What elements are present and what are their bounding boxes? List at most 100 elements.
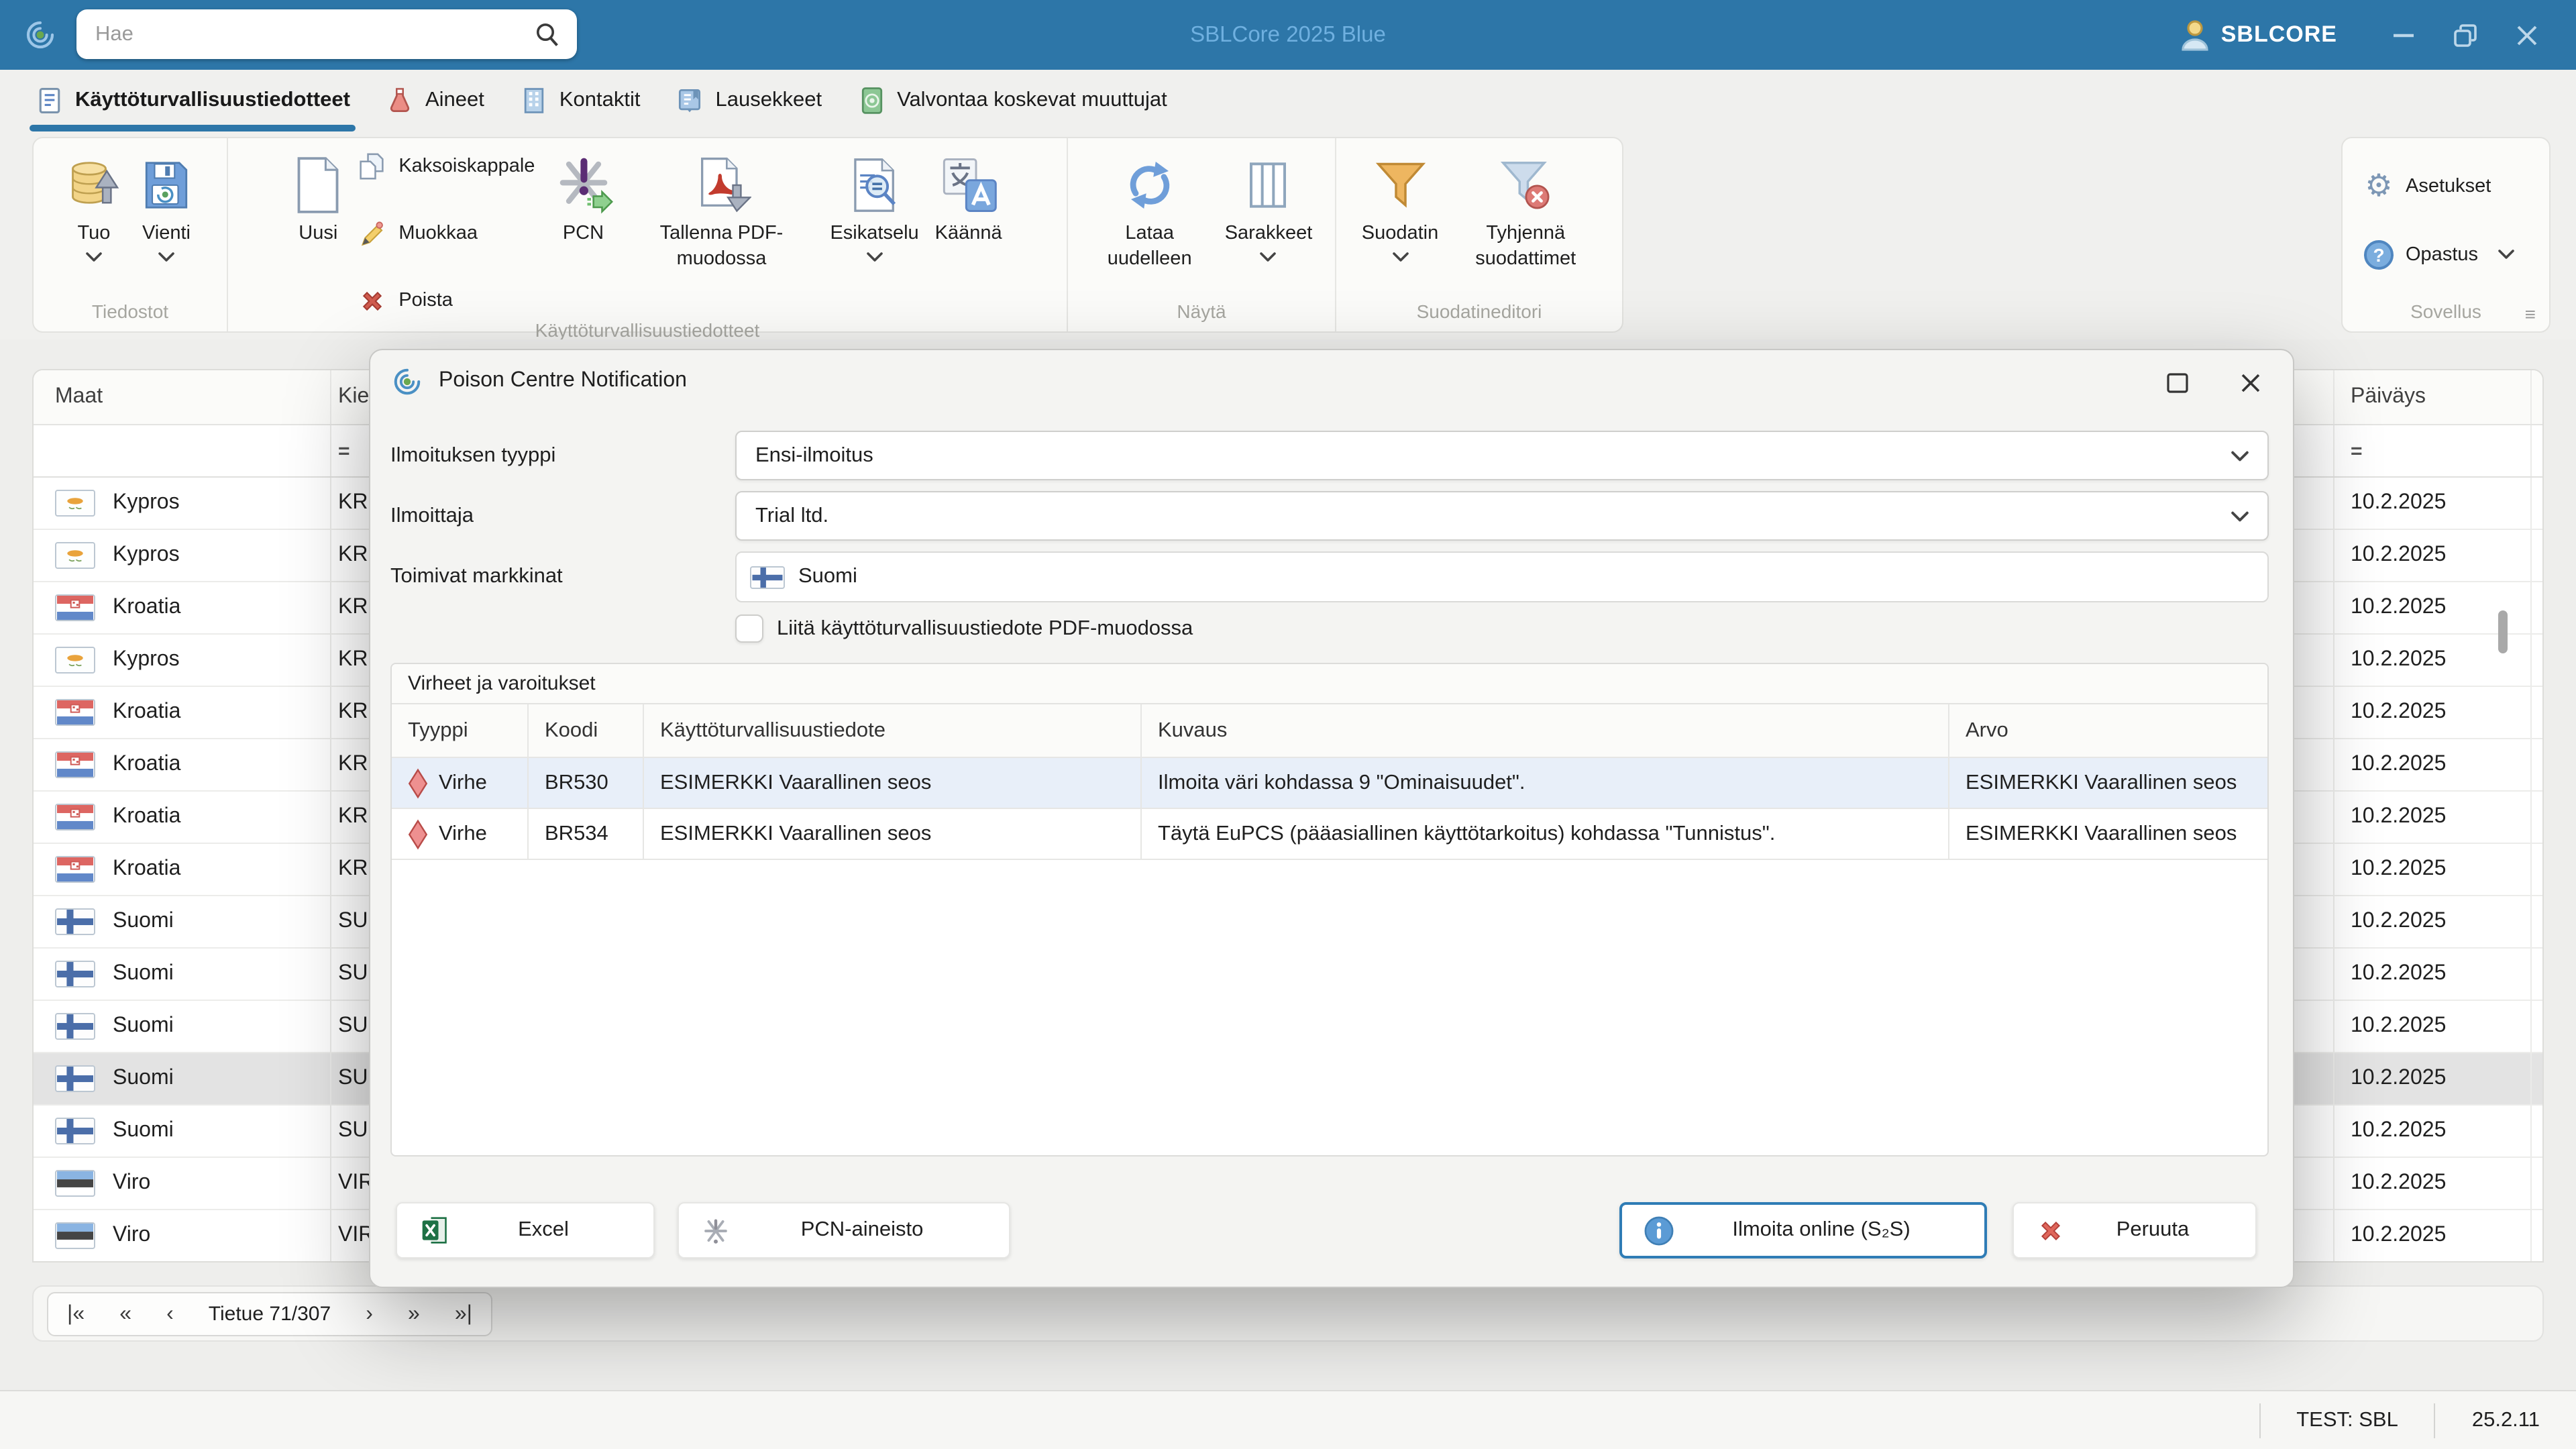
active-tab-indicator <box>30 125 356 131</box>
columns-button[interactable]: Sarakkeet <box>1217 146 1321 264</box>
app-logo-icon <box>24 19 56 51</box>
tab-valvontaa-koskevat-muuttujat[interactable]: Valvontaa koskevat muuttujat <box>857 70 1167 131</box>
notification-type-select[interactable]: Ensi-ilmoitus <box>735 431 2269 480</box>
edit-button[interactable]: Muokkaa <box>357 219 535 248</box>
column-header-maat[interactable]: Maat <box>34 370 331 424</box>
fast-prev-button[interactable]: « <box>119 1302 131 1326</box>
duplicate-button[interactable]: Kaksoiskappale <box>357 152 535 181</box>
database-import-icon <box>66 156 122 215</box>
markets-field[interactable]: Suomi <box>735 551 2269 602</box>
dialog-close-button[interactable] <box>2234 366 2266 398</box>
pcn-dossier-button[interactable]: PCN-aineisto <box>678 1202 1010 1258</box>
flag-finland-icon <box>55 908 95 935</box>
tab-kayttoturvallisuustiedotteet[interactable]: Käyttöturvallisuustiedotteet <box>35 70 350 131</box>
tab-label: Lausekkeet <box>716 89 822 113</box>
tab-lausekkeet[interactable]: Lausekkeet <box>676 70 822 131</box>
module-tabbar: Käyttöturvallisuustiedotteet Aineet Kont… <box>0 70 2576 131</box>
column-header-kayttoturvallisuustiedote[interactable]: Käyttöturvallisuustiedote <box>644 704 1142 757</box>
delete-button[interactable]: Poista <box>357 286 535 315</box>
vertical-scrollbar-thumb[interactable] <box>2498 610 2508 653</box>
help-button[interactable]: ? Opastus <box>2364 239 2549 269</box>
group-options-icon[interactable]: ≡ <box>2525 299 2536 329</box>
column-header-tyyppi[interactable]: Tyyppi <box>392 704 529 757</box>
submit-online-button[interactable]: Ilmoita online (S₂S) <box>1619 1202 1987 1258</box>
first-record-button[interactable]: |« <box>67 1302 85 1326</box>
attach-pdf-row: Liitä käyttöturvallisuustiedote PDF-muod… <box>735 613 1193 644</box>
tab-label: Kontaktit <box>559 89 641 113</box>
columns-icon <box>1242 157 1295 213</box>
regulated-variables-icon <box>857 86 886 115</box>
statusbar: TEST: SBL 25.2.11 <box>0 1390 2576 1449</box>
filter-button[interactable]: Suodatin <box>1354 146 1447 264</box>
new-button[interactable]: Uusi <box>284 146 352 250</box>
filter-paivays[interactable]: = <box>2334 425 2532 476</box>
book-icon <box>676 86 705 115</box>
excel-export-button[interactable]: Excel <box>396 1202 655 1258</box>
error-diamond-icon <box>408 818 428 850</box>
column-header-kuvaus[interactable]: Kuvaus <box>1142 704 1949 757</box>
equals-filter-icon: = <box>2351 439 2364 462</box>
tab-kontaktit[interactable]: Kontaktit <box>519 70 641 131</box>
error-row-selected[interactable]: Virhe BR530 ESIMERKKI Vaarallinen seos I… <box>392 758 2267 809</box>
flag-cyprus-icon <box>55 490 95 517</box>
chevron-down-icon <box>1260 252 1277 262</box>
sblcore-logo-icon <box>392 366 423 396</box>
excel-icon <box>419 1216 449 1245</box>
search-input[interactable] <box>76 22 534 46</box>
column-header-paivays[interactable]: Päiväys <box>2334 370 2532 424</box>
translate-button[interactable]: Käännä <box>927 146 1010 250</box>
cancel-x-icon <box>2038 1218 2063 1243</box>
filter-maat[interactable] <box>34 425 331 476</box>
flag-finland-icon <box>55 961 95 987</box>
cancel-button[interactable]: Peruuta <box>2012 1202 2257 1258</box>
pcn-dossier-icon <box>702 1216 730 1244</box>
export-button[interactable]: Vienti <box>130 146 203 264</box>
import-button[interactable]: Tuo <box>58 146 130 264</box>
save-pdf-button[interactable]: Tallenna PDF-muodossa <box>621 146 822 274</box>
table-footer: |« « ‹ Tietue 71/307 › » »| <box>32 1285 2544 1342</box>
error-diamond-icon <box>408 767 428 799</box>
column-header-arvo[interactable]: Arvo <box>1949 704 2267 757</box>
record-pager: |« « ‹ Tietue 71/307 › » »| <box>47 1292 492 1336</box>
tab-label: Aineet <box>425 89 484 113</box>
search-icon <box>534 21 561 48</box>
dialog-maximize-button[interactable] <box>2161 366 2194 398</box>
notifier-select[interactable]: Trial ltd. <box>735 491 2269 541</box>
errors-header-row: Tyyppi Koodi Käyttöturvallisuustiedote K… <box>392 704 2267 758</box>
info-icon <box>1644 1215 1674 1246</box>
tab-aineet[interactable]: Aineet <box>385 70 484 131</box>
settings-button[interactable]: ⚙ Asetukset <box>2364 171 2549 201</box>
clear-filters-button[interactable]: Tyhjennä suodattimet <box>1446 146 1605 274</box>
attach-pdf-checkbox[interactable] <box>735 614 763 643</box>
close-button[interactable] <box>2496 0 2557 70</box>
ribbon-group-sovellus: ⚙ Asetukset ? Opastus Sovellus ≡ <box>2341 137 2551 333</box>
flag-croatia-icon <box>55 751 95 778</box>
fast-next-button[interactable]: » <box>408 1302 420 1326</box>
flag-finland-icon <box>750 566 785 588</box>
floppy-export-icon <box>138 156 195 215</box>
ribbon-group-label: Suodatineditori <box>1336 297 1622 331</box>
next-record-button[interactable]: › <box>366 1302 373 1326</box>
translate-icon <box>939 156 998 215</box>
preview-button[interactable]: Esikatselu <box>822 146 926 264</box>
prev-record-button[interactable]: ‹ <box>166 1302 174 1326</box>
ribbon-group-suodatineditori: Suodatin Tyhjennä suodattimet Suodatined… <box>1335 138 1622 331</box>
last-record-button[interactable]: »| <box>455 1302 472 1326</box>
flag-cyprus-icon <box>55 542 95 569</box>
ribbon-group-kayttoturvallisuustiedotteet: Uusi Kaksoiskappale Muokkaa <box>227 138 1067 331</box>
chevron-down-icon <box>2231 511 2249 521</box>
ribbon-group-label: Näytä <box>1068 297 1335 331</box>
duplicate-icon <box>358 152 385 181</box>
pcn-button[interactable]: PCN <box>545 146 621 250</box>
pencil-icon <box>358 220 385 247</box>
minimize-button[interactable] <box>2372 0 2434 70</box>
column-header-koodi[interactable]: Koodi <box>529 704 644 757</box>
user-avatar-icon[interactable] <box>2181 19 2210 51</box>
reload-button[interactable]: Lataa uudelleen <box>1083 146 1217 274</box>
error-row[interactable]: Virhe BR534 ESIMERKKI Vaarallinen seos T… <box>392 809 2267 860</box>
flag-croatia-icon <box>55 699 95 726</box>
notification-type-label: Ilmoituksen tyyppi <box>390 444 555 468</box>
titlebar: SBLCore 2025 Blue SBLCORE <box>0 0 2576 70</box>
restore-button[interactable] <box>2434 0 2496 70</box>
filter-funnel-icon <box>1372 156 1428 215</box>
